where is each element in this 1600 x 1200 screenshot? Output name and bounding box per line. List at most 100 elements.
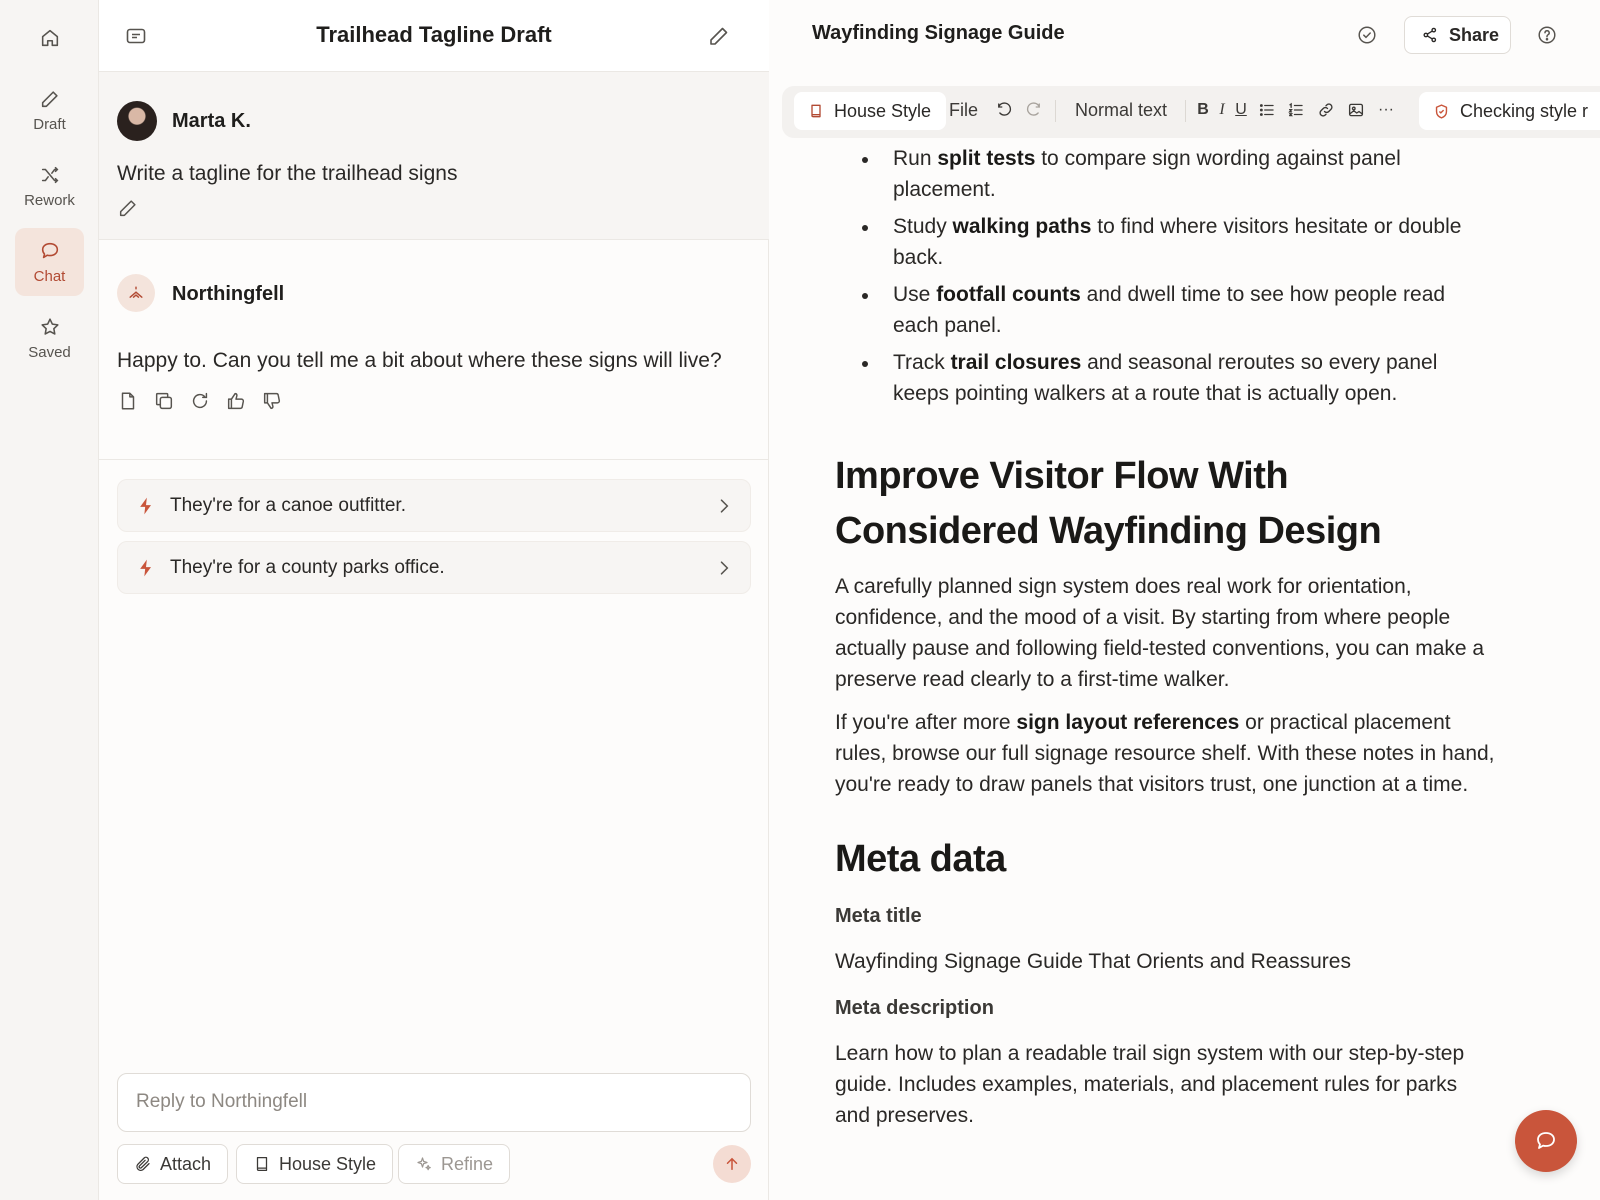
text-style-dropdown[interactable]: Normal text <box>1075 100 1167 121</box>
send-button[interactable] <box>713 1145 751 1183</box>
copy-icon[interactable] <box>153 390 175 412</box>
house-style-label: House Style <box>279 1153 377 1174</box>
regenerate-icon[interactable] <box>189 390 211 412</box>
meta-description-label: Meta description <box>835 997 994 1019</box>
nav-item-rework[interactable]: Rework <box>15 152 84 220</box>
nav-item-saved[interactable]: Saved <box>15 304 84 372</box>
meta-title-value: Wayfinding Signage Guide That Orients an… <box>835 950 1351 973</box>
chat-title: Trailhead Tagline Draft <box>316 22 552 47</box>
italic-icon[interactable]: I <box>1213 101 1231 119</box>
nav-rail: Draft Rework Chat Saved <box>0 0 99 1200</box>
link-icon[interactable] <box>1317 101 1335 119</box>
pencil-icon <box>41 90 58 107</box>
nav-label-rework: Rework <box>24 191 75 209</box>
toolbar-house-style[interactable]: House Style <box>794 92 947 130</box>
chat-panel: Trailhead Tagline Draft Marta K. Write a… <box>99 0 769 1200</box>
reply-field[interactable] <box>117 1073 751 1132</box>
attach-button[interactable]: Attach <box>117 1144 229 1184</box>
image-icon[interactable] <box>1347 101 1365 119</box>
user-message: Marta K. Write a tagline for the trailhe… <box>99 72 769 240</box>
toolbar-house-style-label: House Style <box>834 100 932 121</box>
share-label: Share <box>1449 24 1500 45</box>
document-icon[interactable] <box>117 390 139 412</box>
assistant-message-text: Happy to. Can you tell me a bit about wh… <box>117 349 722 372</box>
editor-toolbar: House Style File Normal text B I U ··· C… <box>782 86 1600 138</box>
arrow-up-icon <box>726 1157 738 1170</box>
paperclip-icon <box>136 1156 150 1171</box>
user-name: Marta K. <box>172 110 251 132</box>
message-actions <box>117 390 283 412</box>
paragraph: If you're after more sign layout referen… <box>835 711 1495 796</box>
meta-title-label: Meta title <box>835 905 922 927</box>
more-options-icon[interactable]: ··· <box>1377 101 1395 119</box>
reply-input[interactable] <box>136 1091 726 1113</box>
list-item: Study walking paths to find where visito… <box>857 211 1495 273</box>
chevron-right-icon <box>714 558 734 578</box>
assistant-message: Northingfell Happy to. Can you tell me a… <box>99 240 769 460</box>
user-message-text: Write a tagline for the trailhead signs <box>117 162 458 185</box>
thumbs-up-icon[interactable] <box>225 390 247 412</box>
star-icon <box>40 317 59 335</box>
meta-data-heading: Meta data <box>835 838 1006 880</box>
attach-label: Attach <box>160 1153 212 1174</box>
nav-item-chat[interactable]: Chat <box>15 228 84 296</box>
document-body[interactable]: Run split tests to compare sign wording … <box>835 143 1495 1131</box>
nav-item-home[interactable] <box>15 4 84 72</box>
numbered-list-icon[interactable] <box>1287 101 1305 119</box>
home-icon <box>41 29 58 47</box>
document-title: Wayfinding Signage Guide <box>812 22 1065 44</box>
chat-bubble-icon <box>41 242 58 258</box>
avatar <box>117 101 157 141</box>
help-icon[interactable] <box>1536 24 1558 46</box>
editor-panel: Wayfinding Signage Guide Share House Sty… <box>770 0 1600 1200</box>
thumbs-down-icon[interactable] <box>261 390 283 412</box>
nav-item-draft[interactable]: Draft <box>15 76 84 144</box>
shuffle-icon <box>41 166 58 183</box>
bullet-list-icon[interactable] <box>1258 101 1276 119</box>
bolt-icon <box>136 557 156 579</box>
bullet-list: Run split tests to compare sign wording … <box>857 143 1495 409</box>
style-check-status[interactable]: Checking style r <box>1419 92 1600 130</box>
list-item: Track trail closures and seasonal rerout… <box>857 347 1495 409</box>
paragraph: A carefully planned sign system does rea… <box>835 575 1485 691</box>
shield-icon <box>1435 103 1448 119</box>
suggestion-county-parks[interactable]: They're for a county parks office. <box>117 541 751 594</box>
book-icon <box>256 1156 268 1172</box>
suggestion-canoe[interactable]: They're for a canoe outfitter. <box>117 479 751 532</box>
share-icon <box>1423 27 1437 43</box>
chat-header: Trailhead Tagline Draft <box>99 0 769 72</box>
book-icon <box>811 104 821 118</box>
chat-fab-button[interactable] <box>1515 1110 1577 1172</box>
nav-label-saved: Saved <box>28 343 71 361</box>
toolbar-divider <box>1055 100 1056 122</box>
suggestion-text: They're for a county parks office. <box>170 557 445 578</box>
sparkle-icon <box>417 1157 431 1171</box>
bold-icon[interactable]: B <box>1194 101 1212 119</box>
undo-icon[interactable] <box>995 101 1013 119</box>
assistant-name: Northingfell <box>172 283 285 305</box>
refine-label: Refine <box>441 1153 494 1174</box>
refine-button[interactable]: Refine <box>398 1144 511 1184</box>
suggestion-text: They're for a canoe outfitter. <box>170 495 406 516</box>
chevron-right-icon <box>714 496 734 516</box>
section-heading: Improve Visitor Flow With Considered Way… <box>835 455 1382 552</box>
edit-message-icon[interactable] <box>117 197 139 219</box>
check-circle-icon[interactable] <box>1356 24 1378 46</box>
file-menu[interactable]: File <box>949 100 978 121</box>
meta-description-value: Learn how to plan a readable trail sign … <box>835 1042 1465 1127</box>
house-style-button[interactable]: House Style <box>236 1144 394 1184</box>
assistant-avatar <box>117 274 155 312</box>
style-check-label: Checking style r <box>1460 100 1589 121</box>
list-item: Run split tests to compare sign wording … <box>857 143 1495 205</box>
edit-title-icon[interactable] <box>707 24 731 48</box>
assistant-logo-icon <box>129 286 143 298</box>
nav-label-draft: Draft <box>33 115 66 133</box>
share-button[interactable]: Share <box>1404 16 1511 54</box>
chat-bubble-icon <box>1537 1132 1555 1149</box>
redo-icon[interactable] <box>1025 101 1043 119</box>
underline-icon[interactable]: U <box>1232 101 1250 119</box>
list-item: Use footfall counts and dwell time to se… <box>857 279 1495 341</box>
nav-label-chat: Chat <box>33 267 66 285</box>
toolbar-divider <box>1185 100 1186 122</box>
bolt-icon <box>136 495 156 517</box>
